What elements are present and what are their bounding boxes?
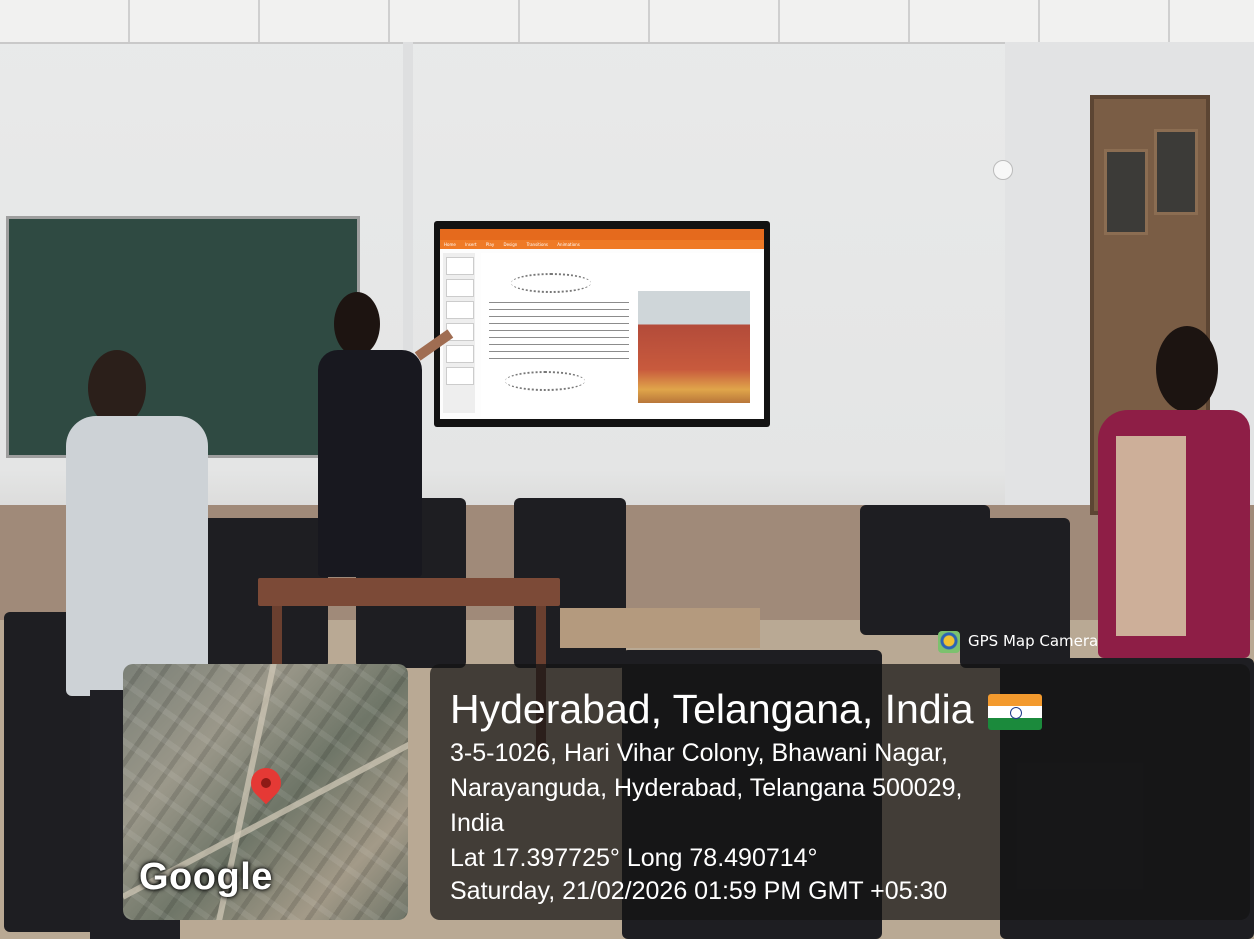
menu-item: Insert [465, 242, 477, 247]
app-badge-label: GPS Map Camera [968, 632, 1099, 650]
menu-item: Animations [557, 242, 580, 247]
door-window [1154, 129, 1198, 215]
shawl [1116, 436, 1186, 636]
menu-item: Home [444, 242, 456, 247]
slide-monument-image [638, 291, 750, 403]
black-saree [318, 350, 422, 577]
india-flag-icon [987, 694, 1042, 731]
side-table [560, 608, 760, 648]
slide-thumbnail [446, 367, 474, 385]
slide-thumbnail [446, 345, 474, 363]
door-window [1104, 149, 1148, 235]
presentation-title-bar [440, 229, 764, 240]
slide-body-text [489, 299, 629, 359]
menu-item: Play [485, 242, 495, 247]
woman-watching [1098, 326, 1250, 658]
white-shirt [66, 416, 208, 696]
map-thumbnail: Google [123, 664, 408, 920]
ceiling [0, 0, 1254, 44]
wooden-table [258, 578, 560, 606]
classroom-photo: Home Insert Play Design Transitions Anim… [0, 0, 1254, 939]
gps-camera-icon [938, 630, 960, 653]
head [1156, 326, 1218, 412]
address-line: 3-5-1026, Hari Vihar Colony, Bhawani Nag… [450, 739, 948, 767]
tv-screen: Home Insert Play Design Transitions Anim… [440, 229, 764, 419]
presentation-menu: Home Insert Play Design Transitions Anim… [440, 240, 764, 249]
address-line: Narayanguda, Hyderabad, Telangana 500029… [450, 774, 963, 802]
slide-thumbnail [446, 279, 474, 297]
gps-map-camera-badge: GPS Map Camera [938, 628, 1138, 654]
place-title: Hyderabad, Telangana, India [450, 686, 974, 732]
head [88, 350, 146, 426]
menu-item: Transitions [526, 242, 549, 247]
coordinates: Lat 17.397725° Long 78.490714° [450, 844, 818, 872]
address-line: India [450, 809, 505, 837]
slide-ornament [511, 273, 591, 293]
google-logo: Google [139, 856, 273, 898]
smart-tv: Home Insert Play Design Transitions Anim… [434, 221, 770, 427]
location-info-panel: Hyderabad, Telangana, India 3-5-1026, Ha… [430, 664, 1250, 920]
slide-thumbnail [446, 301, 474, 319]
head [334, 292, 380, 356]
slide-ornament [505, 371, 585, 391]
cctv-camera [993, 160, 1013, 180]
woman-presenting [318, 292, 454, 577]
timestamp: Saturday, 21/02/2026 01:59 PM GMT +05:30 [450, 877, 948, 905]
menu-item: Design [503, 242, 518, 247]
current-slide [481, 253, 763, 417]
place-title-row: Hyderabad, Telangana, India [450, 686, 1042, 733]
slide-thumbnail [446, 257, 474, 275]
